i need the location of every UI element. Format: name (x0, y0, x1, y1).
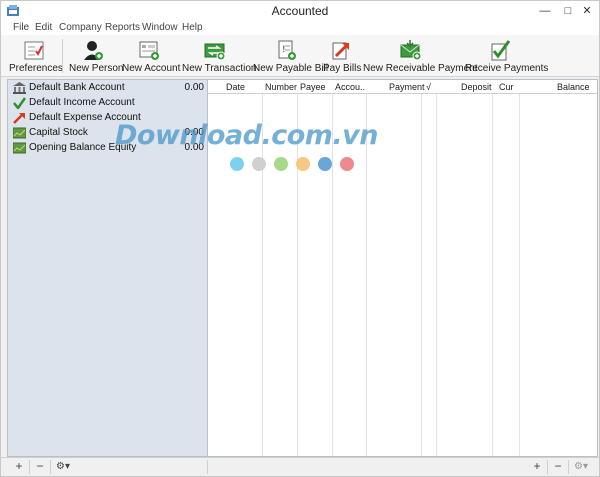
new-transaction-button[interactable]: New Transaction (182, 37, 257, 75)
preferences-label: Preferences (9, 63, 63, 74)
bottom-separator (568, 460, 569, 474)
column-divider (492, 80, 493, 456)
receive-payments-icon (491, 40, 511, 61)
menu-window[interactable]: Window (142, 22, 178, 33)
new-transaction-label: New Transaction (182, 63, 257, 74)
title-bar: Accounted — □ ✕ (1, 1, 599, 21)
account-name: Default Income Account (29, 97, 135, 108)
watermark-dot (296, 157, 310, 171)
new-person-label: New Person (69, 63, 124, 74)
new-account-button[interactable]: New Account (122, 37, 181, 75)
new-payable-bill-icon: ! (278, 40, 296, 60)
column-divider (519, 80, 520, 456)
menu-help[interactable]: Help (182, 22, 203, 33)
add-transaction-button[interactable]: + (527, 459, 547, 475)
account-row-default-income[interactable]: Default Income Account (8, 96, 207, 111)
column-divider (436, 80, 437, 456)
expense-arrow-icon (13, 113, 25, 124)
watermark-dot (252, 157, 266, 171)
toolbar: Preferences New Person New Account New T… (1, 35, 599, 77)
column-header-payee[interactable]: Payee (300, 82, 326, 92)
watermark-text: Download.com.vn (115, 120, 379, 151)
column-header-reconciled[interactable]: √ (426, 82, 431, 92)
equity-chart-icon (13, 142, 26, 154)
new-payable-bill-button[interactable]: ! New Payable Bill (253, 37, 329, 75)
column-header-account[interactable]: Accou... (335, 82, 365, 92)
column-header-payment[interactable]: Payment (389, 82, 425, 92)
menu-edit[interactable]: Edit (35, 22, 52, 33)
bottom-bar: + − ⚙▾ + − ⚙▾ (1, 457, 599, 476)
remove-transaction-button[interactable]: − (548, 459, 568, 475)
add-account-button[interactable]: + (9, 459, 29, 475)
watermark-dot (230, 157, 244, 171)
receive-payments-label: Receive Payments (465, 63, 549, 74)
pay-bills-label: Pay Bills (323, 63, 362, 74)
new-account-label: New Account (122, 63, 181, 74)
column-header-balance[interactable]: Balance (557, 82, 590, 92)
menu-file[interactable]: File (13, 22, 29, 33)
transaction-settings-gear-icon[interactable]: ⚙▾ (570, 459, 592, 475)
new-account-icon (139, 41, 159, 60)
pay-bills-button[interactable]: Pay Bills (323, 37, 362, 75)
account-balance: 0.00 (184, 82, 204, 93)
new-transaction-icon (204, 43, 226, 61)
account-settings-gear-icon[interactable]: ⚙▾ (52, 459, 74, 475)
new-person-button[interactable]: New Person (69, 37, 124, 75)
ledger-header: Date Number Payee Accou... Payment √ Dep… (208, 80, 597, 94)
watermark-dot (318, 157, 332, 171)
column-header-date[interactable]: Date (226, 82, 245, 92)
account-name: Capital Stock (29, 127, 88, 138)
watermark-dot (274, 157, 288, 171)
bottom-separator (207, 460, 208, 474)
new-receivable-payment-button[interactable]: New Receivable Payment (363, 37, 478, 75)
toolbar-separator (62, 39, 63, 73)
menu-bar: File Edit Company Reports Window Help (1, 21, 599, 35)
new-payable-bill-label: New Payable Bill (253, 63, 329, 74)
income-check-icon (13, 97, 26, 109)
new-receivable-payment-label: New Receivable Payment (363, 63, 478, 74)
bank-icon (13, 82, 26, 94)
remove-account-button[interactable]: − (30, 459, 50, 475)
menu-reports[interactable]: Reports (105, 22, 140, 33)
column-divider (421, 80, 422, 456)
column-header-number[interactable]: Number (265, 82, 297, 92)
pay-bills-icon (332, 42, 349, 60)
column-header-currency[interactable]: Cur (499, 82, 514, 92)
new-person-icon (84, 41, 103, 60)
watermark-dot (340, 157, 354, 171)
menu-company[interactable]: Company (59, 22, 102, 33)
new-receivable-payment-icon (400, 40, 422, 61)
equity-chart-icon (13, 127, 26, 139)
account-row-default-bank[interactable]: Default Bank Account 0.00 (8, 81, 207, 96)
app-window: Accounted — □ ✕ File Edit Company Report… (0, 0, 600, 477)
account-name: Default Bank Account (29, 82, 125, 93)
watermark: Download.com.vn (115, 120, 379, 180)
receive-payments-button[interactable]: Receive Payments (465, 37, 549, 75)
column-header-deposit[interactable]: Deposit (461, 82, 492, 92)
bottom-separator (50, 460, 51, 474)
preferences-icon (24, 41, 44, 60)
window-title: Accounted (271, 4, 329, 18)
preferences-button[interactable]: Preferences (9, 37, 63, 75)
close-button[interactable]: ✕ (573, 1, 600, 21)
